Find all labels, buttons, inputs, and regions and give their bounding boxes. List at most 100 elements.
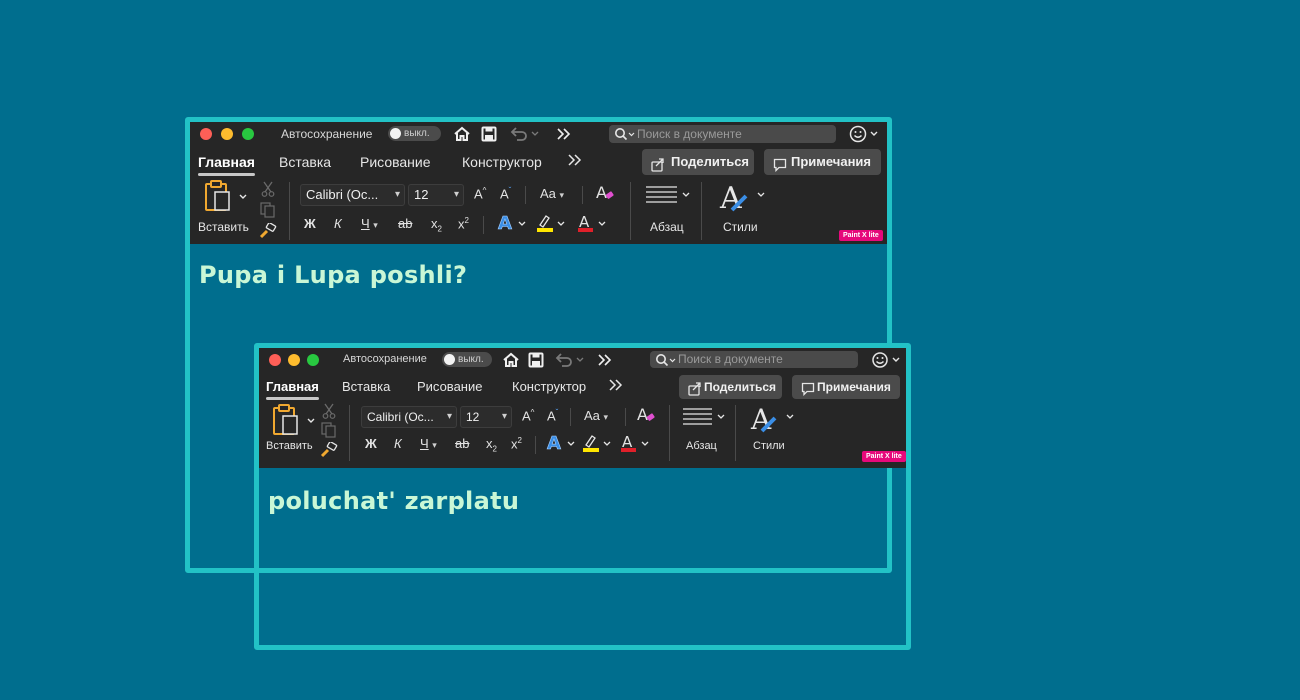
minimize-window-button[interactable]: [288, 354, 300, 366]
document-text[interactable]: poluchat' zarplatu: [268, 487, 519, 515]
home-icon[interactable]: [452, 124, 472, 144]
paragraph-label[interactable]: Абзац: [686, 440, 717, 452]
highlight-color-icon[interactable]: [581, 433, 615, 456]
underline-button[interactable]: Ч ▾: [361, 216, 378, 231]
bold-button[interactable]: Ж: [304, 216, 316, 231]
paragraph-label[interactable]: Абзац: [650, 220, 684, 234]
font-name-dropdown[interactable]: Calibri (Ос... ▾: [361, 406, 457, 428]
close-window-button[interactable]: [200, 128, 212, 140]
highlight-color-icon[interactable]: [535, 213, 569, 236]
share-button[interactable]: Поделиться: [642, 149, 754, 175]
paste-label[interactable]: Вставить: [266, 440, 313, 452]
chevron-down-icon: ▾: [453, 189, 459, 200]
paragraph-icon[interactable]: [645, 184, 691, 209]
autosave-toggle[interactable]: выкл.: [388, 126, 441, 141]
font-name-dropdown[interactable]: Calibri (Ос... ▾: [300, 184, 405, 206]
styles-icon[interactable]: A: [749, 403, 795, 438]
comment-icon: [801, 380, 815, 404]
word-toolbar-2: Автосохранение выкл. Поиск в документе Г…: [259, 348, 906, 468]
font-size-dropdown[interactable]: 12 ▾: [460, 406, 512, 428]
tab-design[interactable]: Конструктор: [462, 154, 542, 170]
minimize-window-button[interactable]: [221, 128, 233, 140]
comments-button[interactable]: Примечания: [764, 149, 881, 175]
ribbon-separator: [525, 186, 526, 204]
change-case-label: Aa: [540, 186, 556, 201]
ribbon-tabs: Главная Вставка Рисование Конструктор По…: [190, 146, 887, 178]
comments-button[interactable]: Примечания: [792, 375, 900, 399]
styles-label[interactable]: Стили: [753, 440, 785, 452]
grow-font-icon[interactable]: A^: [474, 186, 486, 201]
paste-icon[interactable]: [272, 404, 316, 439]
font-size-dropdown[interactable]: 12 ▾: [408, 184, 464, 206]
subscript-button[interactable]: x2: [431, 216, 442, 234]
undo-icon[interactable]: [553, 350, 587, 370]
text-effects-icon[interactable]: A: [497, 213, 529, 236]
copy-icon[interactable]: [260, 202, 276, 221]
save-icon[interactable]: [479, 124, 499, 144]
styles-label[interactable]: Стили: [723, 220, 758, 234]
more-tabs-icon[interactable]: [609, 378, 623, 394]
tab-insert[interactable]: Вставка: [342, 379, 390, 394]
strikethrough-button[interactable]: ab: [398, 216, 412, 231]
shrink-font-icon[interactable]: Aˇ: [500, 186, 511, 201]
tab-home[interactable]: Главная: [198, 154, 255, 176]
feedback-smiley-icon[interactable]: [848, 124, 882, 144]
tab-home[interactable]: Главная: [266, 379, 319, 400]
ribbon-separator: [483, 216, 484, 234]
search-input[interactable]: Поиск в документе: [609, 125, 836, 143]
paste-icon[interactable]: [204, 180, 248, 215]
paste-label[interactable]: Вставить: [198, 220, 249, 234]
text-effects-icon[interactable]: A: [546, 433, 578, 456]
clear-formatting-icon[interactable]: A: [595, 183, 615, 206]
font-color-icon[interactable]: A: [619, 433, 653, 456]
autosave-state: выкл.: [458, 354, 484, 365]
save-icon[interactable]: [526, 350, 546, 370]
italic-button[interactable]: К: [334, 216, 342, 231]
search-input[interactable]: Поиск в документе: [650, 351, 858, 368]
bold-button[interactable]: Ж: [365, 436, 377, 451]
subscript-button[interactable]: x2: [486, 436, 497, 454]
paint-x-lite-badge: Paint X lite: [839, 230, 883, 241]
change-case-label: Aa: [584, 408, 600, 423]
ribbon-tabs: Главная Вставка Рисование Конструктор По…: [259, 372, 906, 402]
tab-draw[interactable]: Рисование: [417, 379, 482, 394]
ribbon-separator: [669, 405, 670, 461]
more-tabs-icon[interactable]: [568, 153, 582, 169]
tab-design[interactable]: Конструктор: [512, 379, 586, 394]
more-commands-icon[interactable]: [595, 350, 615, 370]
maximize-window-button[interactable]: [307, 354, 319, 366]
close-window-button[interactable]: [269, 354, 281, 366]
cut-icon[interactable]: [322, 403, 336, 422]
autosave-toggle[interactable]: выкл.: [442, 352, 492, 367]
underline-glyph: Ч: [420, 436, 429, 451]
underline-button[interactable]: Ч ▾: [420, 436, 437, 451]
svg-text:A: A: [637, 405, 648, 424]
tab-insert[interactable]: Вставка: [279, 154, 331, 170]
home-ribbon: Вставить Calibri (Ос... ▾ 12 ▾ A^ Aˇ Aa …: [259, 402, 906, 468]
copy-icon[interactable]: [321, 422, 337, 441]
shrink-font-icon[interactable]: Aˇ: [547, 408, 558, 423]
undo-icon[interactable]: [508, 124, 542, 144]
change-case-button[interactable]: Aa ▾: [584, 408, 608, 423]
feedback-smiley-icon[interactable]: [870, 350, 904, 370]
italic-button[interactable]: К: [394, 436, 402, 451]
paragraph-icon[interactable]: [682, 406, 728, 431]
tab-draw[interactable]: Рисование: [360, 154, 431, 170]
font-color-icon[interactable]: A: [576, 213, 610, 236]
home-icon[interactable]: [501, 350, 521, 370]
format-painter-icon[interactable]: [259, 222, 277, 242]
cut-icon[interactable]: [261, 181, 275, 200]
more-commands-icon[interactable]: [554, 124, 574, 144]
grow-font-icon[interactable]: A^: [522, 408, 534, 423]
styles-icon[interactable]: A: [718, 180, 766, 217]
superscript-button[interactable]: x2: [511, 436, 522, 451]
clear-formatting-icon[interactable]: A: [636, 405, 656, 428]
superscript-button[interactable]: x2: [458, 216, 469, 231]
ribbon-separator: [735, 405, 736, 461]
share-button[interactable]: Поделиться: [679, 375, 782, 399]
maximize-window-button[interactable]: [242, 128, 254, 140]
change-case-button[interactable]: Aa ▾: [540, 186, 564, 201]
document-text[interactable]: Pupa i Lupa poshli?: [199, 261, 467, 289]
format-painter-icon[interactable]: [320, 441, 338, 461]
strikethrough-button[interactable]: ab: [455, 436, 469, 451]
